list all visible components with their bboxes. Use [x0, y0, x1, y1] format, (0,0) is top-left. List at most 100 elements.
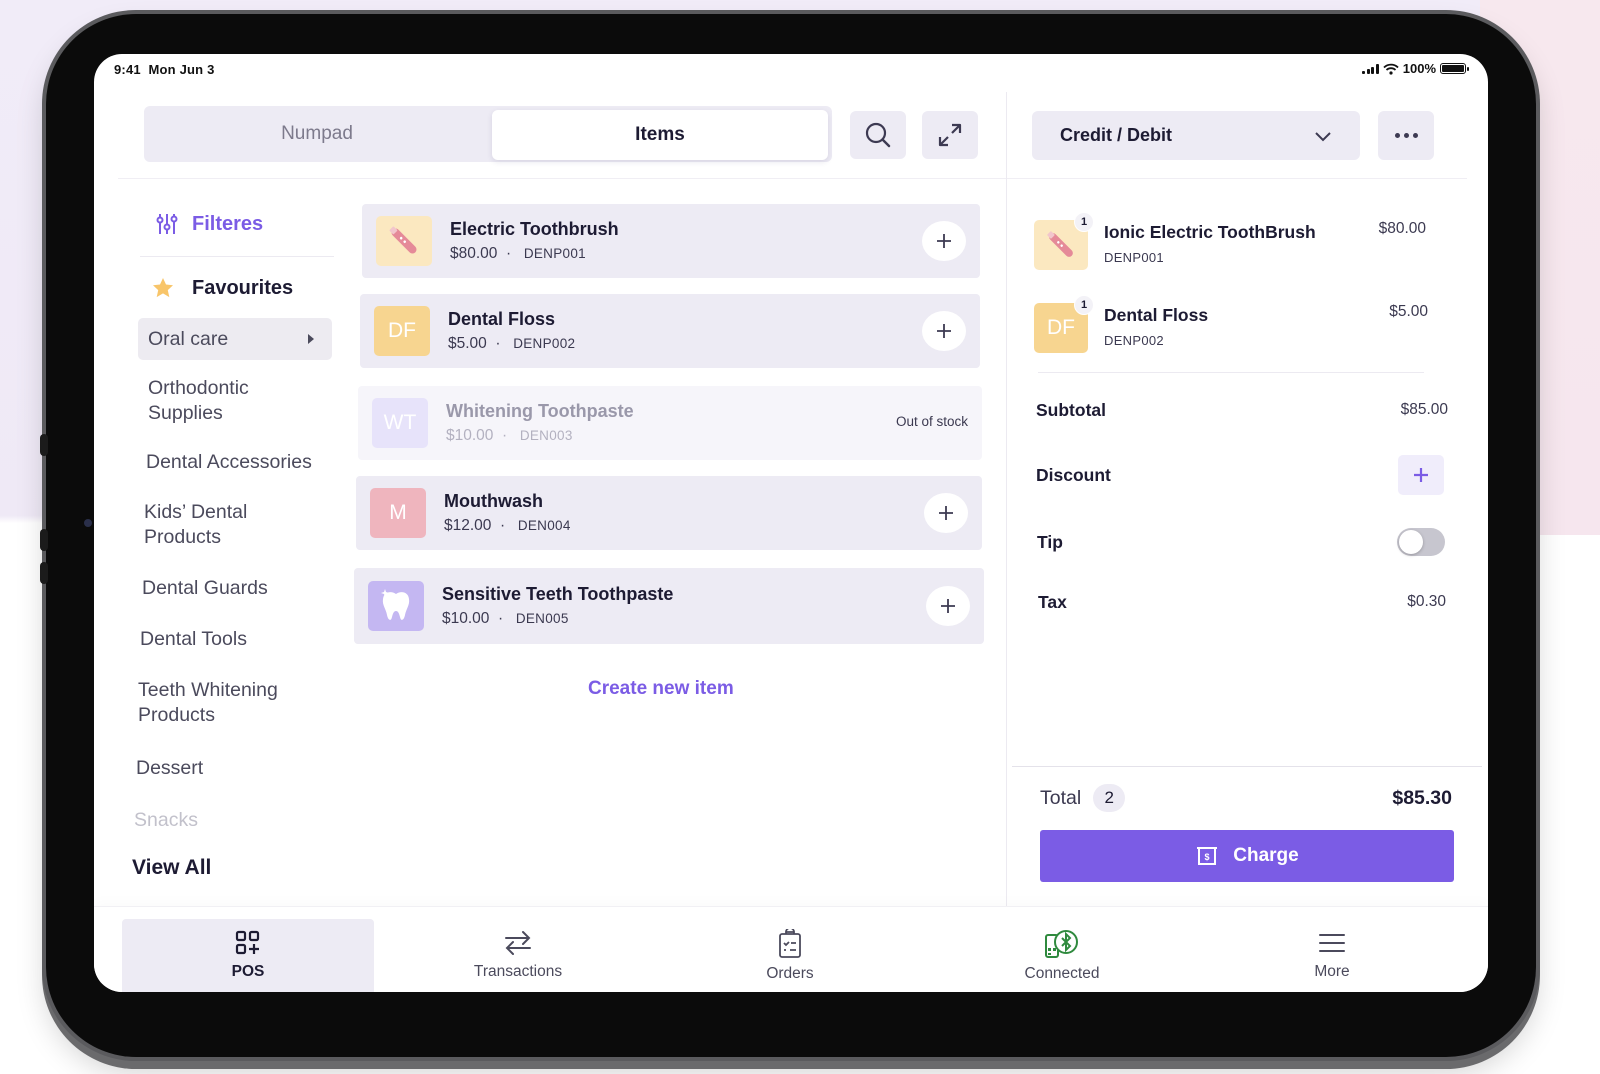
out-of-stock-label: Out of stock — [895, 414, 968, 429]
discount-label: Discount — [1036, 464, 1111, 485]
cart-item-name: Dental Floss — [1104, 305, 1209, 325]
sidebar-item-dental-accessories[interactable]: Dental Accessories — [146, 450, 312, 475]
charge-button[interactable]: $ Charge — [1040, 830, 1454, 882]
nav-label: Orders — [766, 965, 814, 982]
tooth-image — [381, 589, 410, 620]
favourites-item[interactable]: Favourites — [130, 263, 342, 313]
product-card[interactable]: DF Dental Floss $5.00 · DENP002 — [360, 294, 980, 368]
product-thumbnail: WT — [372, 398, 428, 448]
nav-transactions[interactable]: Transactions — [392, 919, 644, 992]
total-row: Total 2 $85.30 — [1040, 780, 1452, 816]
tip-label: Tip — [1037, 531, 1063, 552]
cart-item-sku: DENP001 — [1104, 250, 1164, 265]
total-value: $85.30 — [1392, 786, 1452, 809]
menu-icon — [1319, 934, 1345, 952]
payment-method-select[interactable]: Credit / Debit — [1032, 111, 1360, 160]
filters-button[interactable]: Filteres — [130, 204, 342, 244]
status-bar: 9:41 Mon Jun 3 100% — [94, 54, 1488, 80]
total-label: Total — [1040, 786, 1082, 809]
device-button — [40, 562, 48, 584]
pos-screen: 9:41 Mon Jun 3 100% Numpad Items Credit … — [94, 54, 1488, 992]
add-to-cart-button[interactable] — [922, 311, 966, 351]
product-card[interactable]: Electric Toothbrush $80.00 · DENP001 — [362, 204, 980, 278]
tab-items[interactable]: Items — [492, 110, 828, 160]
sidebar-item-teeth-whitening-products[interactable]: Teeth Whitening Products — [138, 678, 308, 728]
more-options-button[interactable] — [1378, 111, 1434, 160]
cart-item-name: Ionic Electric ToothBrush — [1104, 222, 1316, 242]
product-sku: DEN004 — [517, 518, 571, 533]
status-indicators: 100% — [1362, 61, 1469, 76]
product-name: Whitening Toothpaste — [446, 401, 634, 421]
sidebar-item-snacks[interactable]: Snacks — [134, 808, 198, 833]
swap-arrows-icon — [505, 931, 531, 955]
product-sku: DENP002 — [513, 336, 576, 351]
quantity-badge: 1 — [1074, 212, 1094, 232]
add-to-cart-button[interactable] — [926, 586, 970, 626]
tablet-device: 9:41 Mon Jun 3 100% Numpad Items Credit … — [40, 14, 1536, 1057]
product-info: Whitening Toothpaste $10.00 · DEN003 — [446, 401, 634, 445]
nav-label: Connected — [1024, 965, 1100, 982]
plus-icon — [941, 599, 955, 613]
add-to-cart-button[interactable] — [922, 221, 966, 261]
expand-arrows-icon — [938, 123, 962, 147]
product-name: Mouthwash — [444, 491, 543, 511]
sidebar-item-orthodontic-supplies[interactable]: Orthodontic Supplies — [148, 376, 288, 426]
camera — [84, 519, 92, 527]
create-new-item-link[interactable]: Create new item — [588, 678, 734, 700]
quantity-badge: 1 — [1074, 295, 1094, 315]
cart-item[interactable]: DF 1 Dental Floss DENP002 $5.00 — [1034, 295, 1444, 355]
plus-icon — [937, 324, 951, 338]
sidebar-item-dental-guards[interactable]: Dental Guards — [142, 576, 268, 601]
view-all-link[interactable]: View All — [132, 856, 211, 880]
product-meta: $5.00 · DENP002 — [448, 335, 576, 352]
add-discount-button[interactable] — [1398, 455, 1444, 495]
nav-label: Transactions — [473, 963, 563, 980]
product-meta: $12.00 · DEN004 — [444, 517, 571, 534]
search-icon — [865, 122, 891, 148]
signal-icon — [1362, 63, 1379, 74]
product-sku: DEN003 — [519, 428, 573, 443]
battery-percent: 100% — [1402, 61, 1436, 76]
product-price: $80.00 — [450, 245, 498, 262]
tip-toggle[interactable] — [1397, 528, 1445, 556]
tip-row: Tip — [1037, 522, 1445, 562]
cart-item-price: $80.00 — [1378, 220, 1426, 237]
header-divider — [1007, 178, 1467, 179]
search-button[interactable] — [850, 111, 906, 159]
subtotal-label: Subtotal — [1036, 399, 1106, 420]
nav-connected[interactable]: Connected — [936, 919, 1188, 992]
sidebar-item-kids-dental-products[interactable]: Kids’ Dental Products — [144, 500, 274, 550]
product-name: Dental Floss — [448, 309, 556, 329]
item-count-badge: 2 — [1093, 784, 1126, 812]
total-divider — [1012, 766, 1482, 767]
view-segmented-control: Numpad Items — [144, 106, 832, 162]
product-card[interactable]: M Mouthwash $12.00 · DEN004 — [356, 476, 982, 550]
filters-label: Filteres — [192, 212, 264, 235]
product-info: Mouthwash $12.00 · DEN004 — [444, 491, 571, 535]
product-card[interactable]: Sensitive Teeth Toothpaste $10.00 · DEN0… — [354, 568, 984, 644]
product-name: Electric Toothbrush — [450, 219, 619, 239]
panel-divider — [1006, 92, 1007, 912]
sidebar-item-oral-care[interactable]: Oral care — [138, 318, 332, 360]
nav-orders[interactable]: Orders — [664, 919, 916, 992]
sidebar-item-dessert[interactable]: Dessert — [136, 756, 203, 781]
product-meta: $10.00 · DEN003 — [446, 427, 573, 444]
expand-button[interactable] — [922, 111, 978, 159]
charge-label: Charge — [1233, 845, 1299, 866]
nav-pos[interactable]: POS — [122, 919, 374, 992]
date: Mon Jun 3 — [148, 62, 215, 77]
nav-more[interactable]: More — [1206, 919, 1458, 992]
caret-right-icon — [308, 334, 314, 344]
status-time: 9:41 Mon Jun 3 — [114, 62, 215, 77]
bluetooth-terminal-icon — [1045, 930, 1078, 958]
battery-icon — [1440, 63, 1469, 74]
product-sku: DEN005 — [515, 611, 569, 626]
sidebar-item-dental-tools[interactable]: Dental Tools — [140, 627, 247, 652]
add-to-cart-button[interactable] — [924, 493, 968, 533]
cart-item[interactable]: 1 Ionic Electric ToothBrush DENP001 $80.… — [1034, 212, 1444, 272]
cash-register-icon: $ — [1197, 847, 1218, 865]
cart-divider — [1038, 372, 1424, 373]
tab-numpad[interactable]: Numpad — [144, 106, 490, 162]
star-icon — [153, 278, 173, 298]
nav-label: POS — [231, 963, 265, 980]
